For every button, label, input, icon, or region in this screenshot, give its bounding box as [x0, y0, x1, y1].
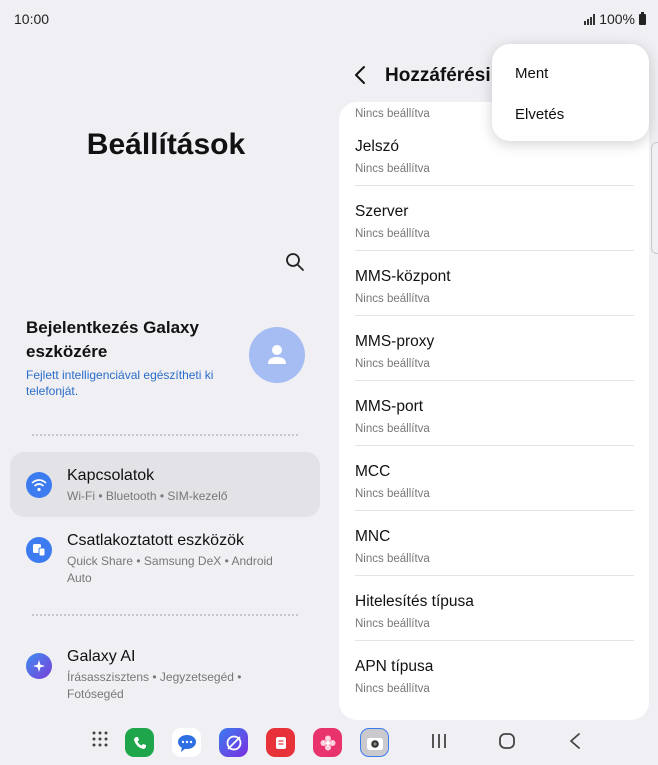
taskbar	[0, 726, 658, 765]
field-label: Jelszó	[355, 138, 399, 155]
field-mmsc[interactable]: MMS-központ Nincs beállítva	[355, 251, 634, 316]
field-value: Nincs beállítva	[355, 163, 430, 175]
apn-field-list: Nincs beállítva Jelszó Nincs beállítva S…	[339, 102, 649, 720]
status-indicators: 100%	[584, 11, 646, 27]
wifi-icon	[26, 472, 52, 498]
internet-app-icon[interactable]	[219, 728, 248, 757]
field-mcc[interactable]: MCC Nincs beállítva	[355, 446, 634, 511]
page-title: Beállítások	[86, 128, 246, 161]
search-button[interactable]	[283, 250, 307, 274]
menu-item-subtitle: Írásasszisztens • Jegyzetsegéd • Fotóseg…	[67, 670, 242, 701]
search-icon	[286, 253, 304, 271]
gallery-app-icon[interactable]	[313, 728, 342, 757]
account-signin[interactable]: Bejelentkezés Galaxy eszközére Fejlett i…	[26, 316, 236, 399]
more-options-menu: Ment Elvetés	[492, 44, 649, 141]
field-label: MMS-proxy	[355, 333, 435, 350]
menu-item-save[interactable]: Ment	[515, 65, 548, 82]
menu-item-connected-devices[interactable]: Csatlakoztatott eszközök Quick Share • S…	[10, 517, 320, 585]
connected-devices-icon	[26, 537, 52, 563]
home-icon	[499, 733, 515, 749]
camera-app-icon[interactable]	[360, 728, 389, 757]
home-button[interactable]	[498, 732, 516, 755]
field-label: APN típusa	[355, 658, 434, 675]
field-label: MNC	[355, 528, 391, 545]
field-mnc[interactable]: MNC Nincs beállítva	[355, 511, 634, 576]
person-icon	[268, 345, 286, 364]
back-button[interactable]	[353, 64, 367, 92]
chevron-left-icon	[355, 66, 365, 84]
field-mms-port[interactable]: MMS-port Nincs beállítva	[355, 381, 634, 446]
menu-item-subtitle: Wi-Fi • Bluetooth • SIM-kezelő	[67, 489, 228, 503]
apn-title: Hozzáférési	[385, 65, 491, 86]
field-server[interactable]: Szerver Nincs beállítva	[355, 186, 634, 251]
pane-resize-handle[interactable]	[651, 142, 658, 254]
back-icon	[570, 733, 580, 749]
avatar[interactable]	[249, 327, 305, 383]
phone-app-icon[interactable]	[125, 728, 154, 757]
grid-icon	[92, 731, 108, 747]
field-auth-type[interactable]: Hitelesítés típusa Nincs beállítva	[355, 576, 634, 641]
nav-back-button[interactable]	[568, 732, 582, 755]
galaxy-ai-icon	[26, 653, 52, 679]
account-title: Bejelentkezés Galaxy eszközére	[26, 318, 199, 361]
menu-item-connections[interactable]: Kapcsolatok Wi-Fi • Bluetooth • SIM-keze…	[10, 452, 320, 517]
field-label: MCC	[355, 463, 391, 480]
menu-item-subtitle: Quick Share • Samsung DeX • Android Auto	[67, 554, 273, 585]
field-value: Nincs beállítva	[355, 108, 430, 120]
field-value: Nincs beállítva	[355, 618, 430, 630]
battery-level: 100%	[599, 11, 635, 27]
field-value: Nincs beállítva	[355, 293, 430, 305]
divider	[32, 614, 298, 616]
field-value: Nincs beállítva	[355, 683, 430, 695]
menu-item-title: Csatlakoztatott eszközök	[67, 532, 244, 549]
field-label: MMS-port	[355, 398, 424, 415]
menu-item-title: Galaxy AI	[67, 648, 136, 665]
battery-icon	[639, 11, 646, 25]
account-subtitle: Fejlett intelligenciával egészítheti ki …	[26, 368, 214, 398]
field-label: Hitelesítés típusa	[355, 593, 474, 610]
menu-item-galaxy-ai[interactable]: Galaxy AI Írásasszisztens • Jegyzetsegéd…	[10, 633, 320, 701]
status-bar: 10:00 100%	[0, 0, 658, 36]
messages-app-icon[interactable]	[172, 728, 201, 757]
menu-item-title: Kapcsolatok	[67, 467, 155, 484]
status-time: 10:00	[14, 11, 50, 27]
settings-pane: Beállítások Bejelentkezés Galaxy eszközé…	[0, 36, 332, 726]
field-mms-proxy[interactable]: MMS-proxy Nincs beállítva	[355, 316, 634, 381]
field-value: Nincs beállítva	[355, 358, 430, 370]
field-value: Nincs beállítva	[355, 553, 430, 565]
divider	[32, 434, 298, 436]
notes-app-icon[interactable]	[266, 728, 295, 757]
field-apn-type[interactable]: APN típusa Nincs beállítva	[355, 641, 634, 706]
app-drawer-button[interactable]	[91, 730, 109, 753]
field-label: MMS-központ	[355, 268, 451, 285]
field-value: Nincs beállítva	[355, 423, 430, 435]
apn-edit-pane: Hozzáférési Nincs beállítva Jelszó Nincs…	[339, 50, 649, 720]
field-value: Nincs beállítva	[355, 228, 430, 240]
recent-apps-button[interactable]	[431, 732, 447, 755]
signal-icon	[584, 13, 596, 25]
recents-icon	[432, 734, 446, 748]
field-label: Szerver	[355, 203, 409, 220]
field-value: Nincs beállítva	[355, 488, 430, 500]
menu-item-discard[interactable]: Elvetés	[515, 106, 564, 123]
